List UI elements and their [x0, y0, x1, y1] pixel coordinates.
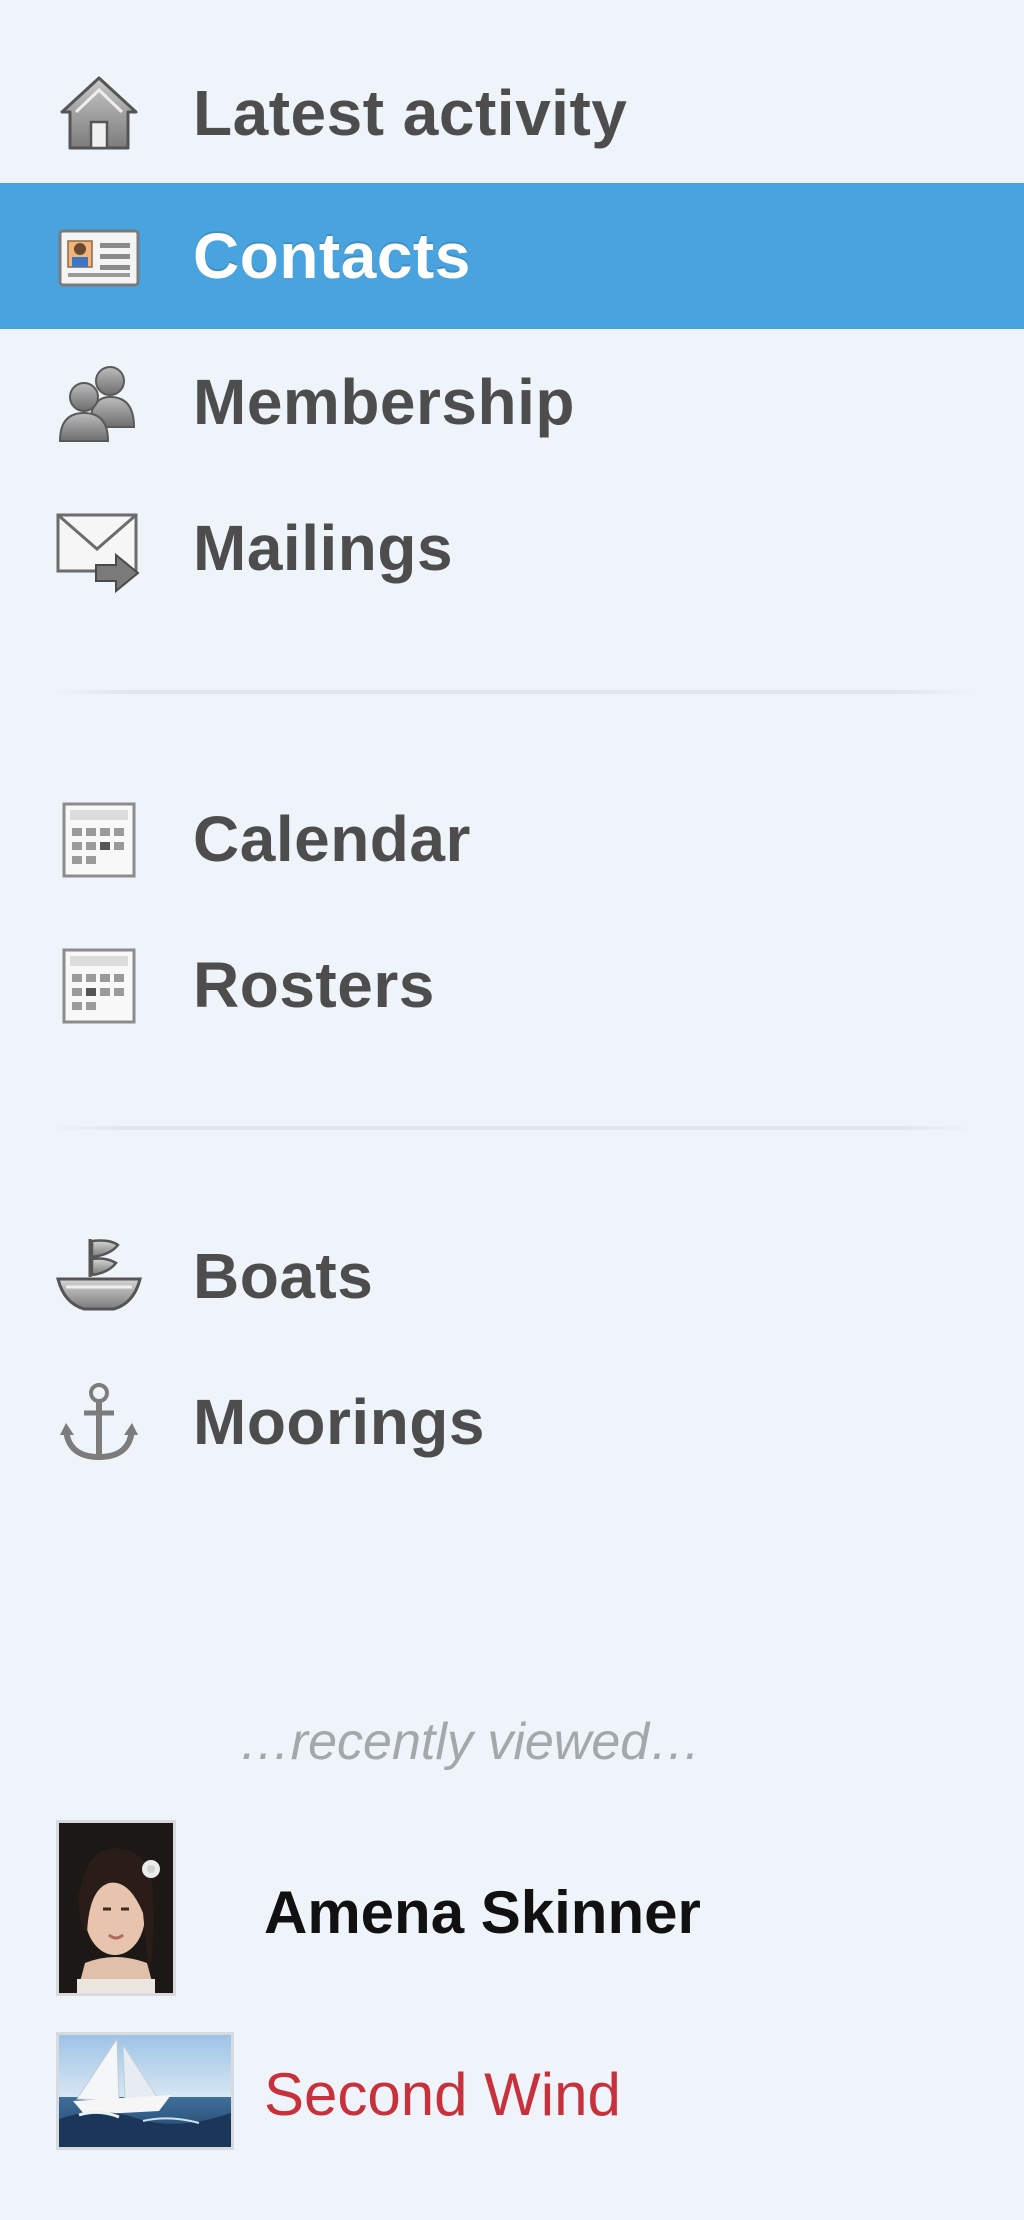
- nav-label-moorings: Moorings: [193, 1386, 485, 1458]
- nav-divider: [52, 690, 972, 694]
- nav-label-calendar: Calendar: [193, 803, 471, 875]
- people-icon: [58, 366, 136, 442]
- nav-item-latest-activity[interactable]: Latest activity: [0, 40, 1024, 186]
- recent-item-boat[interactable]: Second Wind: [0, 2032, 1024, 2152]
- roster-icon: [62, 948, 136, 1024]
- recently-viewed-heading: …recently viewed…: [238, 1713, 702, 1771]
- recent-boat-name: Second Wind: [264, 2061, 621, 2128]
- nav-item-mailings[interactable]: Mailings: [0, 475, 1024, 621]
- nav-item-calendar[interactable]: Calendar: [0, 766, 1024, 912]
- boat-photo: [59, 2035, 231, 2147]
- boat-thumbnail: [56, 2032, 234, 2150]
- recent-item-contact[interactable]: Amena Skinner: [0, 1820, 1024, 2000]
- home-icon: [60, 76, 138, 150]
- nav-divider: [52, 1126, 972, 1130]
- nav-item-moorings[interactable]: Moorings: [0, 1349, 1024, 1495]
- sidebar: Latest activity Contacts Membership Mail…: [0, 0, 1024, 2220]
- recent-contact-name: Amena Skinner: [264, 1879, 701, 1946]
- nav-item-membership[interactable]: Membership: [0, 329, 1024, 475]
- avatar: [56, 1820, 176, 1996]
- nav-label-latest-activity: Latest activity: [193, 77, 628, 149]
- nav-item-contacts[interactable]: Contacts: [0, 183, 1024, 329]
- boat-icon: [56, 1239, 142, 1311]
- nav-label-contacts: Contacts: [193, 220, 471, 292]
- nav-label-membership: Membership: [193, 366, 575, 438]
- calendar-icon: [62, 802, 136, 878]
- anchor-icon: [60, 1383, 138, 1461]
- nav-label-boats: Boats: [193, 1240, 374, 1312]
- nav-label-mailings: Mailings: [193, 512, 454, 584]
- nav-item-rosters[interactable]: Rosters: [0, 912, 1024, 1058]
- mail-forward-icon: [56, 513, 140, 593]
- contact-card-icon: [58, 229, 140, 287]
- contact-photo: [59, 1823, 173, 1993]
- nav-label-rosters: Rosters: [193, 949, 435, 1021]
- nav-item-boats[interactable]: Boats: [0, 1203, 1024, 1349]
